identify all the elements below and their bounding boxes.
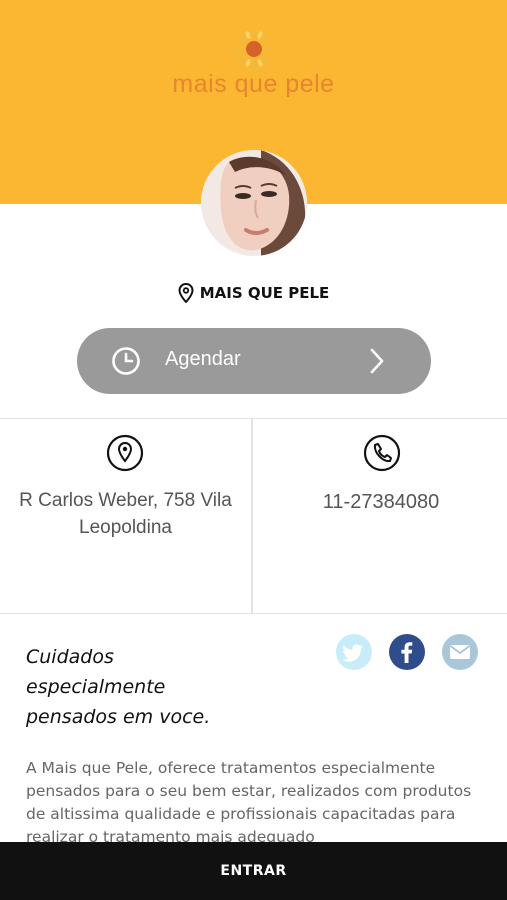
brand-logo-text: mais que pele bbox=[172, 70, 335, 98]
schedule-button-label: Agendar bbox=[165, 348, 241, 370]
twitter-share-button[interactable] bbox=[336, 634, 372, 670]
twitter-icon bbox=[342, 644, 363, 662]
location-pin-icon bbox=[178, 283, 194, 303]
woman-face-avatar bbox=[201, 150, 307, 256]
chevron-right-icon bbox=[370, 348, 384, 374]
schedule-button[interactable]: Agendar bbox=[77, 328, 431, 394]
sun-flower-icon bbox=[232, 27, 276, 71]
mail-icon bbox=[449, 645, 471, 659]
location-pin-icon bbox=[106, 434, 144, 472]
tagline: Cuidados especialmente pensados em voce. bbox=[26, 646, 211, 728]
business-name-row: MAIS QUE PELE bbox=[0, 281, 507, 305]
phone-icon bbox=[363, 434, 401, 472]
facebook-icon bbox=[401, 642, 413, 663]
facebook-share-button[interactable] bbox=[389, 634, 425, 670]
phone-text: 11-27384080 bbox=[322, 491, 440, 513]
address-cell[interactable]: R Carlos Weber, 758 Vila Leopoldina bbox=[0, 419, 253, 614]
about-description: A Mais que Pele, oferece tratamentos esp… bbox=[26, 759, 472, 843]
mail-share-button[interactable] bbox=[442, 634, 478, 670]
clock-icon bbox=[112, 347, 140, 375]
enter-button[interactable]: ENTRAR bbox=[0, 842, 507, 900]
business-name: MAIS QUE PELE bbox=[199, 284, 330, 302]
avatar bbox=[201, 150, 307, 256]
address-text: R Carlos Weber, 758 Vila Leopoldina bbox=[19, 490, 232, 538]
contact-info-grid: R Carlos Weber, 758 Vila Leopoldina 11-2… bbox=[0, 418, 507, 614]
enter-button-label: ENTRAR bbox=[220, 863, 287, 879]
phone-cell[interactable]: 11-27384080 bbox=[255, 419, 507, 614]
